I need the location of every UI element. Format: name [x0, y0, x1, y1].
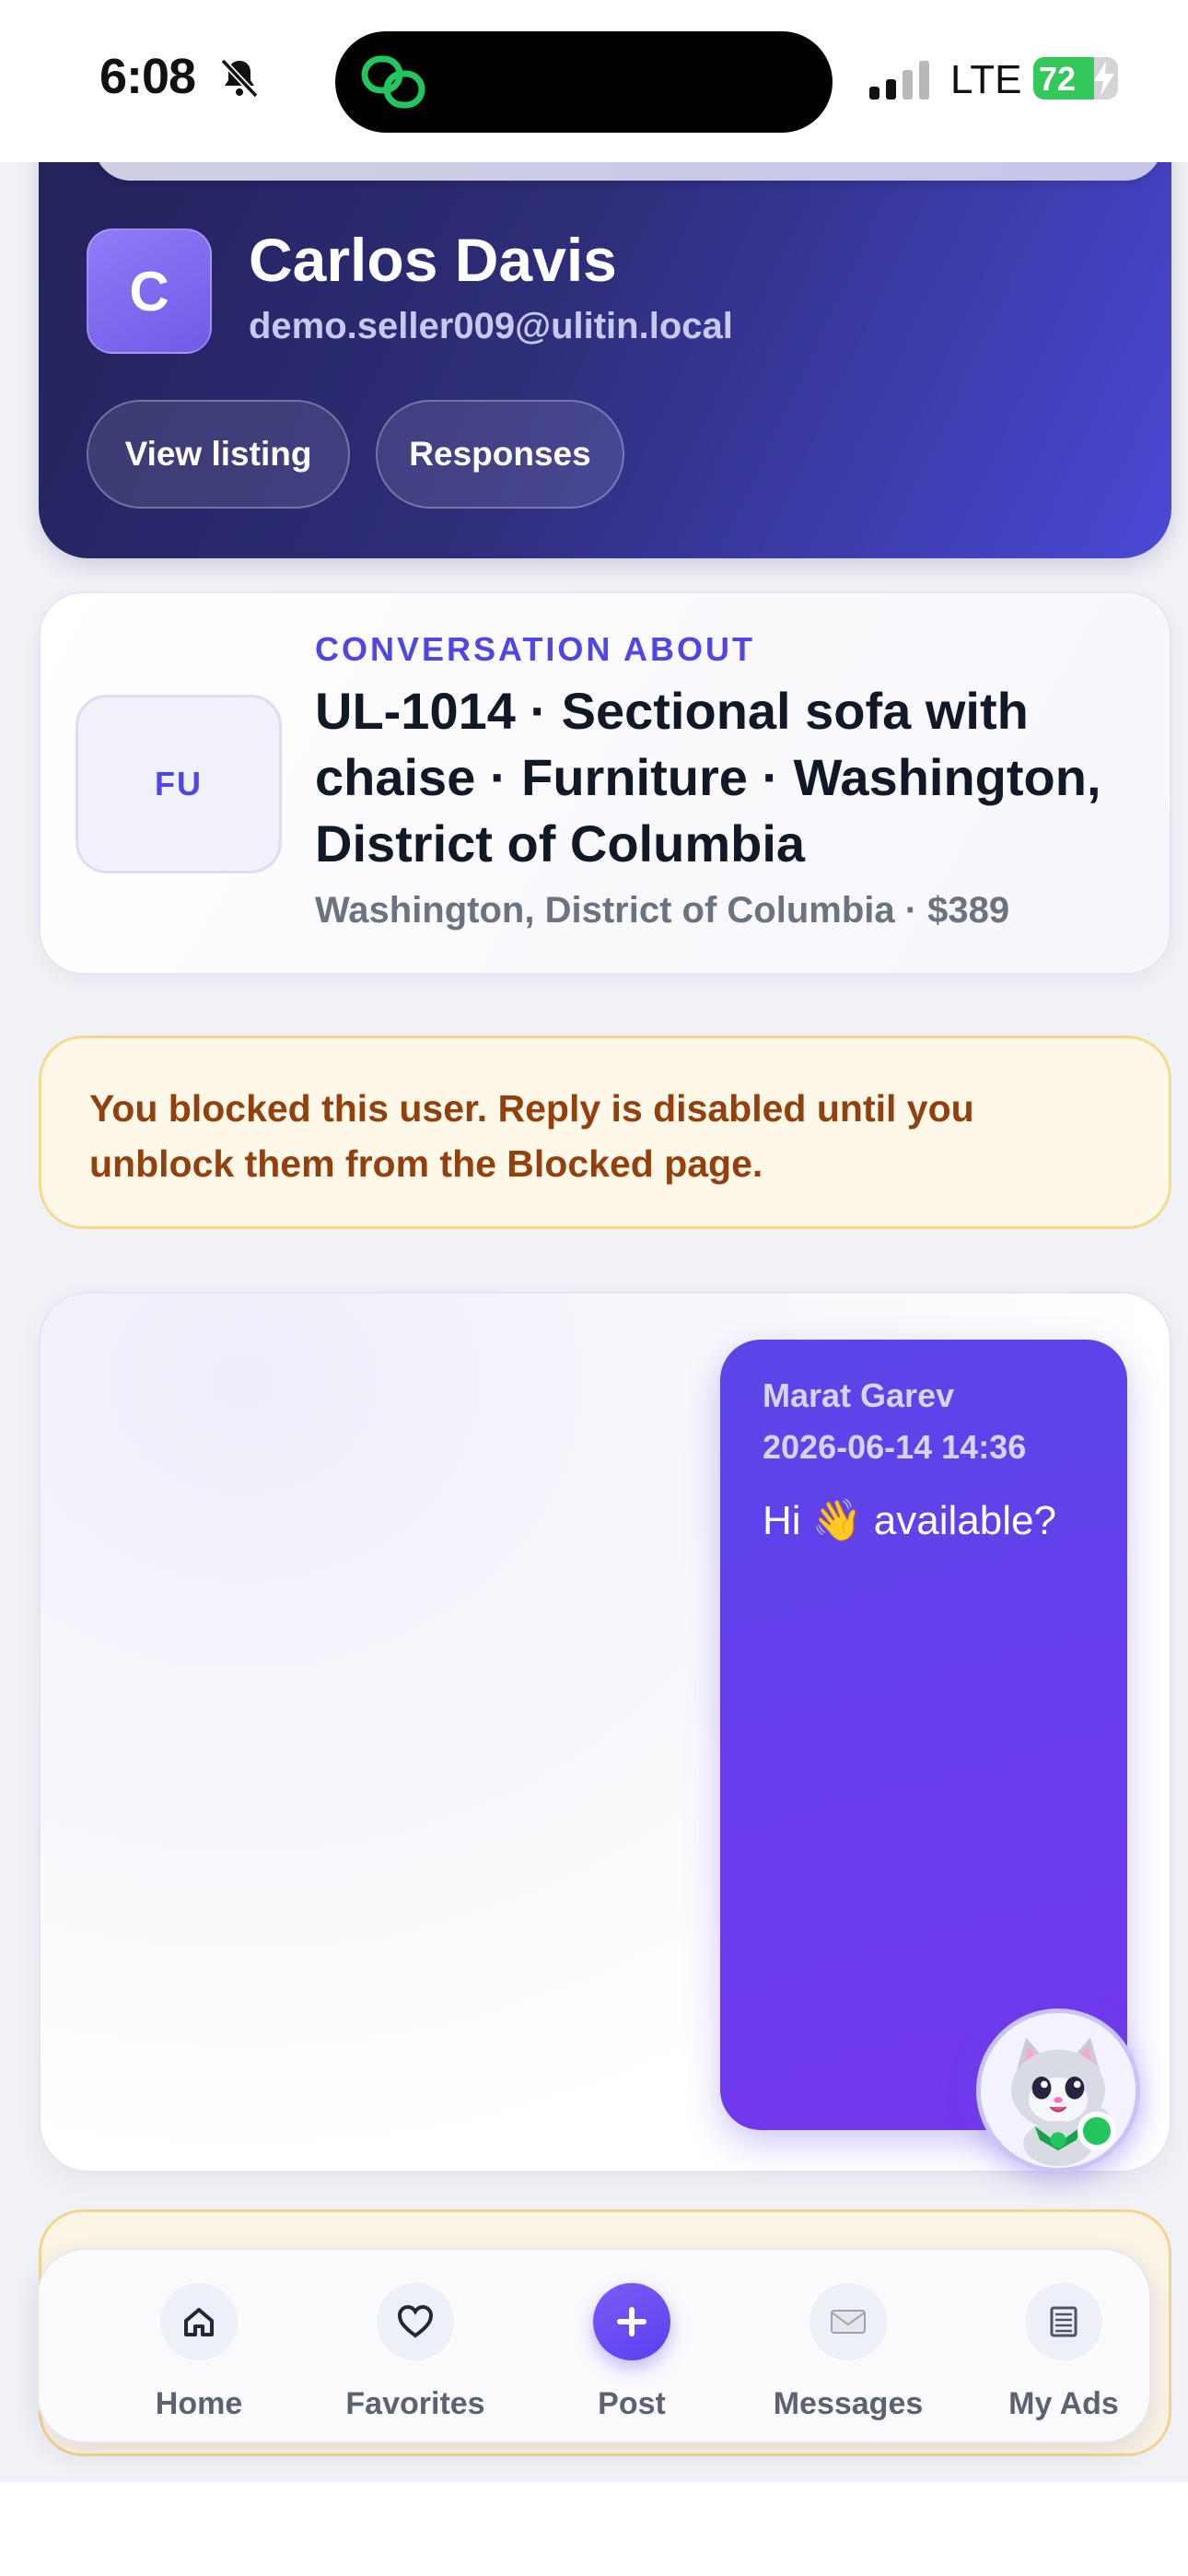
status-time: 6:08 — [99, 49, 196, 104]
envelope-icon — [809, 2283, 887, 2360]
nav-my-ads[interactable]: My Ads — [958, 2283, 1170, 2421]
listing-meta: Washington, District of Columbia · $389 — [315, 890, 1010, 931]
nav-post[interactable]: Post — [526, 2283, 738, 2421]
cat-mascot-illustration — [981, 2013, 1136, 2168]
message-text: Hi 👋 available? — [763, 1498, 1056, 1543]
bell-slash-icon — [220, 58, 259, 99]
seller-profile-card: C Carlos Davis demo.seller009@ulitin.loc… — [39, 111, 1171, 558]
avatar: C — [87, 228, 212, 354]
bottom-navigation: Home Favorites Post Messages My Ads — [37, 2248, 1151, 2443]
signal-icon — [869, 61, 929, 100]
view-listing-button[interactable]: View listing — [87, 400, 350, 509]
status-bar: 6:08 LTE 72 — [0, 0, 1188, 162]
nav-favorites-label: Favorites — [345, 2386, 485, 2421]
listing-card[interactable]: FU CONVERSATION ABOUT UL-1014 · Sectiona… — [39, 591, 1171, 975]
home-indicator-area — [0, 2482, 1188, 2576]
nav-my-ads-label: My Ads — [1008, 2386, 1119, 2421]
message-sender: Marat Garev — [763, 1376, 955, 1414]
online-status-dot — [1077, 2112, 1116, 2150]
message-time: 2026-06-14 14:36 — [763, 1428, 1027, 1466]
heart-icon — [377, 2283, 454, 2360]
blocked-user-banner: You blocked this user. Reply is disabled… — [39, 1036, 1171, 1229]
listing-title: UL-1014 · Sectional sofa with chaise · F… — [315, 682, 1101, 872]
nav-messages-label: Messages — [773, 2386, 924, 2421]
nav-home-label: Home — [155, 2386, 243, 2421]
seller-name: Carlos Davis — [249, 226, 617, 294]
battery-indicator: 72 — [1033, 57, 1118, 100]
conversation-about-label: CONVERSATION ABOUT — [315, 630, 756, 668]
cat-mascot-icon[interactable] — [976, 2008, 1140, 2172]
plus-icon — [593, 2283, 670, 2360]
seller-email: demo.seller009@ulitin.local — [249, 306, 733, 346]
list-icon — [1025, 2283, 1102, 2360]
blocked-message: You blocked this user. Reply is disabled… — [89, 1087, 974, 1185]
dynamic-island — [335, 31, 833, 133]
nav-messages[interactable]: Messages — [742, 2283, 954, 2421]
chain-link-icon — [361, 55, 425, 109]
nav-post-label: Post — [598, 2386, 666, 2421]
listing-thumbnail: FU — [76, 695, 282, 873]
charging-bolt-icon — [1094, 61, 1114, 96]
responses-button[interactable]: Responses — [376, 400, 624, 509]
nav-favorites[interactable]: Favorites — [309, 2283, 521, 2421]
nav-home[interactable]: Home — [93, 2283, 305, 2421]
network-type: LTE — [950, 57, 1022, 102]
battery-percent: 72 — [1039, 60, 1077, 98]
home-icon — [160, 2283, 238, 2360]
